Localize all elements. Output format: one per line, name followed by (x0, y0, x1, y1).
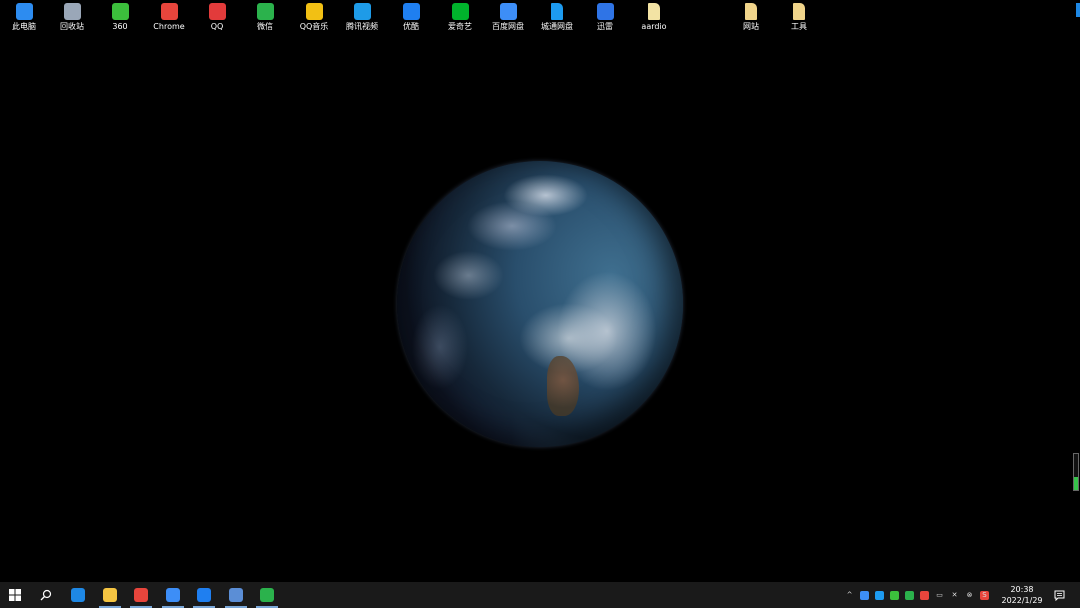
desktop-icon-label: 腾讯视频 (346, 22, 378, 31)
desktop-icon-360[interactable]: 360 (96, 3, 144, 35)
taskbar: ^ ▭ ✕ ⊗ S 20:38 2022/1/29 (0, 582, 1080, 608)
youku-tray-icon[interactable] (920, 590, 929, 600)
show-hidden-icons-chevron[interactable]: ^ (845, 591, 854, 600)
wechat-tray-icon[interactable] (905, 590, 914, 600)
desktop-icon-label: QQ (210, 22, 224, 31)
taskbar-app-chrome[interactable] (126, 582, 156, 608)
wechat-icon (260, 588, 274, 602)
desktop-icon-label: 城通网盘 (541, 22, 573, 31)
desktop-icon-tencent-video[interactable]: 腾讯视频 (338, 3, 386, 35)
baidu-netdisk-icon (166, 588, 180, 602)
close-circle-icon[interactable]: ⊗ (965, 591, 974, 600)
desktop-icon-label: 此电脑 (12, 22, 36, 31)
taskbar-app-aardio-ide[interactable] (221, 582, 251, 608)
chrome-icon (160, 3, 178, 20)
computer-icon (15, 3, 33, 20)
taskbar-app-baidu-netdisk[interactable] (158, 582, 188, 608)
website-file-icon (745, 3, 757, 20)
desktop-icon-recycle-bin[interactable]: 回收站 (48, 3, 96, 35)
baidu-netdisk-tray-icon[interactable] (860, 590, 869, 600)
youku-icon (402, 3, 420, 20)
wechat-icon (256, 3, 274, 20)
file-explorer-icon (103, 588, 117, 602)
desktop-icon-qq[interactable]: QQ (193, 3, 241, 35)
alibaba-wangwang-icon (71, 588, 85, 602)
aardio-ide-icon (229, 588, 243, 602)
desktop-icon-label: 网站 (743, 22, 759, 31)
tools-file-icon (793, 3, 805, 20)
desktop-icon-iqiyi[interactable]: 爱奇艺 (436, 3, 484, 35)
earth-wallpaper (397, 161, 683, 447)
network-icon[interactable]: ▭ (935, 591, 944, 600)
desktop-icon-youku[interactable]: 优酷 (387, 3, 435, 35)
desktop-icon-xunlei[interactable]: 迅雷 (581, 3, 629, 35)
desktop-icon-label: aardio (641, 22, 667, 31)
start-button[interactable] (0, 582, 30, 608)
360-icon (111, 3, 129, 20)
desktop-icon-label: 迅雷 (597, 22, 613, 31)
desktop-icon-wechat[interactable]: 微信 (241, 3, 289, 35)
volume-level-fill (1074, 477, 1078, 490)
search-icon (40, 586, 52, 605)
clock-time: 20:38 (1010, 585, 1034, 594)
desktop-icon-website-file[interactable]: 网站 (727, 3, 775, 35)
desktop-icon-chrome[interactable]: Chrome (145, 3, 193, 35)
desktop-icon-label: 360 (112, 22, 128, 31)
ctfile-tray-icon[interactable] (875, 590, 884, 600)
tencent-video-icon (353, 3, 371, 20)
clock[interactable]: 20:38 2022/1/29 (996, 584, 1048, 606)
ctfile-icon (551, 3, 563, 20)
desktop-icon-label: 工具 (791, 22, 807, 31)
edge-sidebar-tab[interactable] (1076, 3, 1080, 17)
notification-center-button[interactable] (1046, 582, 1072, 608)
volume-muted-icon[interactable]: ✕ (950, 591, 959, 600)
notification-icon (1054, 586, 1065, 605)
windows-start-icon (9, 586, 21, 605)
aardio-file-icon (648, 3, 660, 20)
qq-icon (208, 3, 226, 20)
system-tray: ^ ▭ ✕ ⊗ S (842, 582, 992, 608)
desktop-icon-computer[interactable]: 此电脑 (0, 3, 48, 35)
desktop-icon-ctfile[interactable]: 城通网盘 (533, 3, 581, 35)
xunlei-icon (596, 3, 614, 20)
chrome-icon (134, 588, 148, 602)
volume-indicator[interactable] (1073, 453, 1079, 491)
recycle-bin-icon (63, 3, 81, 20)
desktop-icon-tools-file[interactable]: 工具 (775, 3, 823, 35)
desktop-icon-label: 优酷 (403, 22, 419, 31)
desktop-icon-label: 爱奇艺 (448, 22, 472, 31)
qq-music-icon (305, 3, 323, 20)
taskbar-app-alibaba-wangwang[interactable] (63, 582, 93, 608)
clock-date: 2022/1/29 (1001, 596, 1043, 605)
taskbar-app-wechat[interactable] (252, 582, 282, 608)
sogou-ime-icon[interactable]: S (980, 590, 989, 600)
desktop-icon-qq-music[interactable]: QQ音乐 (290, 3, 338, 35)
taskbar-app-file-explorer[interactable] (95, 582, 125, 608)
desktop-icon-label: 微信 (257, 22, 273, 31)
360-tray-icon[interactable] (890, 590, 899, 600)
desktop-icon-aardio-file[interactable]: aardio (630, 3, 678, 35)
desktop-icon-label: QQ音乐 (299, 22, 329, 31)
cloud-formation (467, 201, 557, 251)
desktop-icon-label: 回收站 (60, 22, 84, 31)
desktop-icon-label: 百度网盘 (492, 22, 524, 31)
iqiyi-icon (451, 3, 469, 20)
youku-icon (197, 588, 211, 602)
desktop-icon-label: Chrome (153, 22, 185, 31)
desktop-icon-baidu-netdisk[interactable]: 百度网盘 (484, 3, 532, 35)
baidu-netdisk-icon (499, 3, 517, 20)
search-button[interactable] (31, 582, 61, 608)
taskbar-app-youku[interactable] (189, 582, 219, 608)
